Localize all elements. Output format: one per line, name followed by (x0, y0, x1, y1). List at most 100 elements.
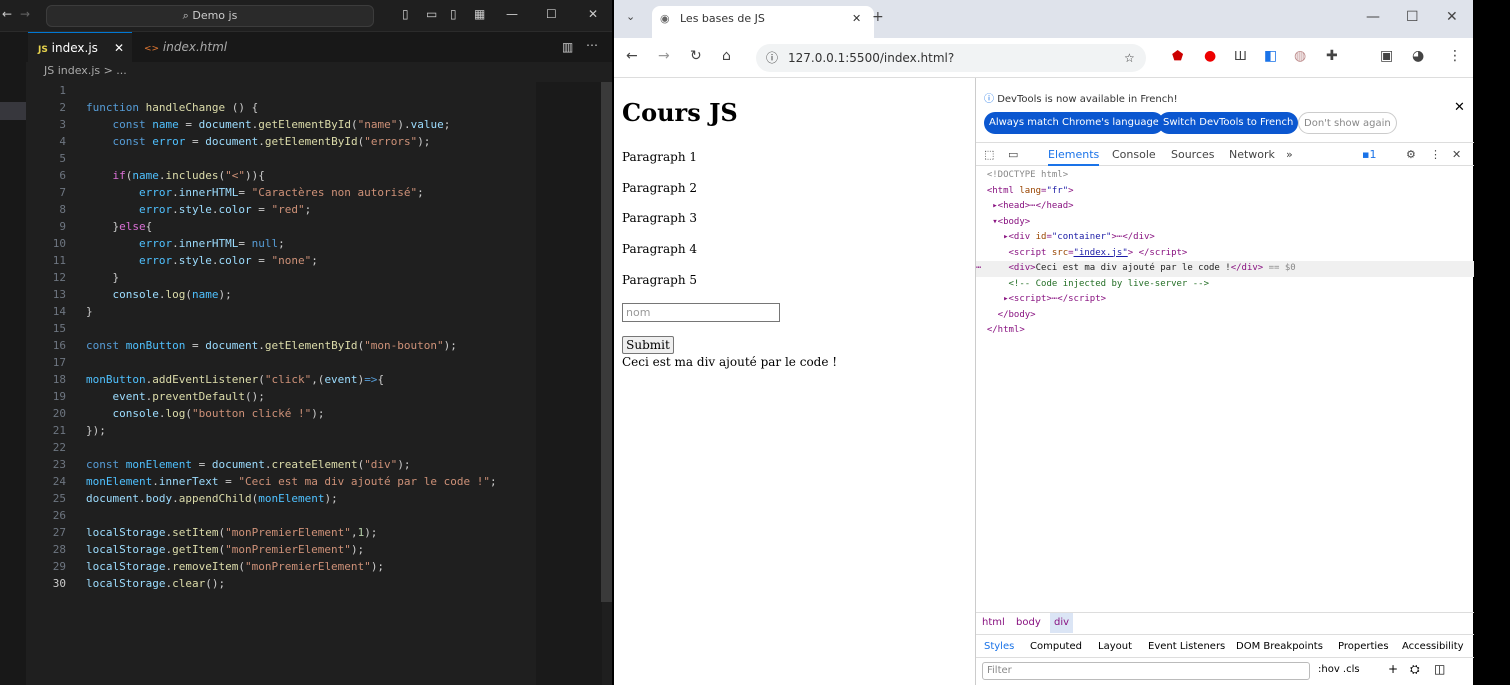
toggle-secondary-sidebar-icon[interactable]: ▯ (450, 7, 457, 21)
styles-filter-input[interactable]: Filter (982, 662, 1310, 680)
minimap[interactable] (536, 82, 602, 685)
line-number: 6 (59, 169, 66, 182)
tab-elements[interactable]: Elements (1048, 148, 1100, 166)
minimize-icon[interactable]: — (506, 7, 518, 21)
line-number: 16 (52, 339, 66, 352)
close-tab-icon[interactable]: ✕ (852, 6, 861, 32)
submit-button[interactable]: Submit (622, 336, 674, 354)
dom-tree[interactable]: <!DOCTYPE html> <html lang="fr"> ▸<head>… (976, 168, 1474, 339)
bookmark-star-icon[interactable]: ☆ (1124, 44, 1135, 72)
more-tabs-icon[interactable]: » (1286, 148, 1293, 161)
issues-badge[interactable]: ▪1 (1362, 148, 1376, 161)
side-panel-icon[interactable]: ▣ (1380, 48, 1393, 64)
issues-count: 1 (1369, 148, 1377, 161)
name-input[interactable]: nom (622, 303, 780, 322)
crumb-body[interactable]: body (1016, 613, 1041, 633)
paragraph: Paragraph 5 (622, 273, 698, 287)
tab-layout[interactable]: Layout (1098, 635, 1132, 659)
line-number: 19 (52, 390, 66, 403)
paragraph: Paragraph 2 (622, 181, 698, 195)
translate-extension-icon[interactable]: ◧ (1264, 48, 1277, 64)
activity-selected (0, 102, 26, 120)
tab-properties[interactable]: Properties (1338, 635, 1389, 659)
line-number: 26 (52, 509, 66, 522)
tab-event-listeners[interactable]: Event Listeners (1148, 635, 1225, 659)
maximize-icon[interactable]: ☐ (1406, 9, 1419, 25)
tab-sources[interactable]: Sources (1171, 148, 1215, 161)
browser-tab[interactable]: ◉ Les bases de JS ✕ (652, 6, 874, 38)
close-icon[interactable]: ✕ (588, 7, 598, 21)
close-tab-icon[interactable]: ✕ (114, 33, 124, 63)
settings-gear-icon[interactable]: ⚙ (1406, 148, 1416, 161)
command-search[interactable]: ⌕ Demo js (46, 5, 374, 27)
switch-to-french-button[interactable]: Switch DevTools to French (1158, 112, 1299, 134)
site-info-icon[interactable]: ⓘ (766, 44, 778, 72)
paragraph: Paragraph 4 (622, 242, 698, 256)
maximize-icon[interactable]: ☐ (546, 7, 557, 21)
new-style-rule-icon[interactable]: + (1388, 662, 1398, 676)
customize-layout-icon[interactable]: ▦ (474, 7, 485, 21)
crumb-html[interactable]: html (982, 613, 1005, 633)
minimize-icon[interactable]: — (1366, 9, 1380, 25)
tab-console[interactable]: Console (1112, 148, 1156, 161)
tab-label: index.js (51, 41, 98, 55)
line-number: 9 (59, 220, 66, 233)
always-match-language-button[interactable]: Always match Chrome's language (984, 112, 1164, 134)
extensions-puzzle-icon[interactable]: ✚ (1326, 48, 1338, 64)
paragraph: Paragraph 1 (622, 150, 698, 164)
dont-show-again-button[interactable]: Don't show again (1298, 112, 1397, 134)
back-icon[interactable]: ← (626, 48, 638, 64)
cookie-extension-icon[interactable]: ◍ (1294, 48, 1306, 64)
address-bar[interactable]: ⓘ 127.0.0.1:5500/index.html? ☆ (756, 44, 1146, 72)
tab-dom-breakpoints[interactable]: DOM Breakpoints (1236, 635, 1323, 659)
tab-search-icon[interactable]: ⌄ (626, 10, 635, 23)
line-number: 18 (52, 373, 66, 386)
editor-tabs: JS index.js ✕ <> index.html ▥ ⋯ (0, 32, 612, 62)
code-editor[interactable]: function handleChange () { const name = … (86, 82, 536, 592)
hov-cls-toggles[interactable]: :hov .cls (1318, 664, 1360, 675)
added-div-text: Ceci est ma div ajouté par le code ! (622, 355, 838, 369)
paint-icon[interactable]: ⛭ (1410, 662, 1420, 677)
crumb-div[interactable]: div (1050, 613, 1074, 633)
ublock-extension-icon[interactable]: ⬟ (1172, 49, 1183, 64)
more-options-icon[interactable]: ⋮ (1430, 148, 1441, 161)
reload-icon[interactable]: ↻ (690, 48, 702, 64)
chrome-tabstrip: ⌄ ◉ Les bases de JS ✕ + — ☐ ✕ (614, 0, 1473, 38)
close-devtools-icon[interactable]: ✕ (1452, 148, 1461, 161)
tab-accessibility[interactable]: Accessibility (1402, 635, 1464, 659)
split-editor-icon[interactable]: ▥ (562, 40, 573, 54)
close-notice-icon[interactable]: ✕ (1454, 100, 1465, 115)
tab-styles[interactable]: Styles (984, 635, 1014, 659)
back-arrow-icon[interactable]: ← (2, 7, 12, 21)
forward-icon[interactable]: → (658, 48, 670, 64)
home-icon[interactable]: ⌂ (722, 48, 731, 64)
line-number: 21 (52, 424, 66, 437)
close-icon[interactable]: ✕ (1446, 9, 1458, 25)
extension-icon[interactable]: Ш (1234, 49, 1247, 63)
styles-tabs: Styles Computed Layout Event Listeners D… (976, 634, 1474, 658)
page-title: Cours JS (622, 98, 738, 127)
device-toolbar-icon[interactable]: ▭ (1008, 148, 1018, 161)
line-number: 2 (59, 101, 66, 114)
inspect-element-icon[interactable]: ⬚ (984, 148, 994, 161)
info-icon: ⓘ (984, 94, 994, 105)
sidebar-toggle-icon[interactable]: ◫ (1434, 662, 1445, 676)
toggle-sidebar-icon[interactable]: ▯ (402, 7, 409, 21)
breadcrumb[interactable]: JS index.js > ... (44, 64, 127, 77)
tab-network[interactable]: Network (1229, 148, 1275, 161)
tab-computed[interactable]: Computed (1030, 635, 1082, 659)
editor-scrollbar[interactable] (601, 82, 612, 602)
forward-arrow-icon[interactable]: → (20, 7, 30, 21)
tab-index-js[interactable]: JS index.js ✕ (28, 32, 132, 62)
line-number: 14 (52, 305, 66, 318)
toggle-panel-icon[interactable]: ▭ (426, 7, 437, 21)
tab-index-html[interactable]: <> index.html (134, 32, 244, 62)
profile-avatar[interactable]: ◕ (1412, 48, 1424, 64)
dom-breadcrumbs: html body div (976, 612, 1474, 633)
chrome-toolbar: ← → ↻ ⌂ ⓘ 127.0.0.1:5500/index.html? ☆ ⬟ ●… (614, 38, 1473, 78)
line-number: 5 (59, 152, 66, 165)
menu-icon[interactable]: ⋮ (1448, 48, 1462, 64)
more-actions-icon[interactable]: ⋯ (586, 38, 598, 52)
opera-extension-icon[interactable]: ● (1204, 48, 1216, 64)
new-tab-icon[interactable]: + (872, 9, 884, 25)
